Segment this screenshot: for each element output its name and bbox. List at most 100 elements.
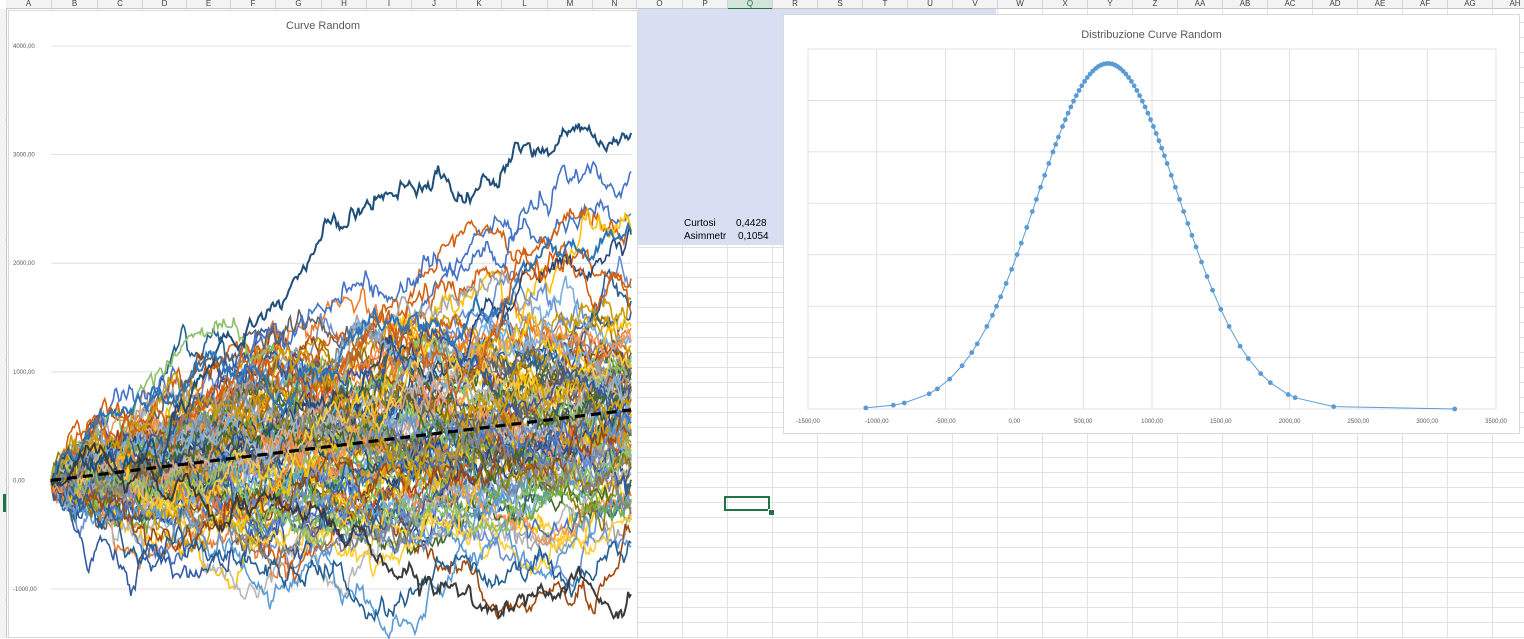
distribution-point <box>1134 88 1140 93</box>
distribution-point <box>1164 161 1170 166</box>
distribution-point <box>901 400 907 406</box>
distribution-point <box>934 386 940 392</box>
distribution-point <box>984 324 990 329</box>
column-header-s[interactable]: S <box>818 0 863 9</box>
column-header-p[interactable]: P <box>683 0 728 9</box>
distribution-point <box>1068 104 1074 110</box>
asimmetria-label[interactable]: Asimmetr <box>684 231 726 243</box>
fill-handle[interactable] <box>768 509 775 516</box>
column-header-l[interactable]: L <box>502 0 548 9</box>
x-tick-label: -500,00 <box>935 419 956 425</box>
spreadsheet-grid[interactable]: A B C D E F G H I J K L M N O P Q R S T U V W X Y Z AA AB AC AD AE AF AG… <box>0 0 1524 639</box>
column-header-z[interactable]: Z <box>1133 0 1178 9</box>
distribution-point <box>1076 88 1082 93</box>
column-header-m[interactable]: M <box>548 0 593 9</box>
column-header-a[interactable]: A <box>6 0 52 9</box>
distribution-point <box>1150 124 1156 129</box>
distribution-point <box>1258 371 1264 376</box>
column-header-t[interactable]: T <box>863 0 908 9</box>
column-header-r[interactable]: R <box>773 0 818 9</box>
curve-random-chart[interactable]: Curve Random 4000,00 3000,00 2000,00 1000,0… <box>8 10 638 639</box>
column-header-y[interactable]: Y <box>1088 0 1133 9</box>
distribuzione-chart[interactable]: Distribuzione Curve Random -1500,00 -1000… <box>783 14 1520 434</box>
distribution-point <box>1218 306 1224 312</box>
column-header-k[interactable]: K <box>457 0 502 9</box>
distribution-point <box>1177 196 1182 202</box>
distribution-point <box>1050 149 1056 155</box>
column-header-ac[interactable]: AC <box>1268 0 1313 9</box>
distribution-point <box>1071 98 1076 104</box>
distribution-point <box>989 312 995 318</box>
column-header-v[interactable]: V <box>953 0 998 9</box>
column-header-h[interactable]: H <box>322 0 367 9</box>
distribution-point <box>1199 259 1204 265</box>
curve-random-plot: 4000,00 3000,00 2000,00 1000,00 0,00 -1000,00 <box>13 44 632 639</box>
distribution-point <box>1267 380 1273 386</box>
distribution-point <box>1053 141 1059 147</box>
column-header-aa[interactable]: AA <box>1178 0 1223 9</box>
distribution-point <box>1452 406 1458 412</box>
distribution-point <box>1237 343 1243 349</box>
x-tick-label: 2000,00 <box>1279 419 1301 425</box>
distribution-point <box>1210 287 1215 293</box>
distribution-point <box>926 391 932 397</box>
x-tick-label: -1000,00 <box>865 419 889 425</box>
column-header-ag[interactable]: AG <box>1448 0 1493 9</box>
column-header-i[interactable]: I <box>367 0 412 9</box>
distribution-point <box>959 363 965 369</box>
x-tick-label: 1500,00 <box>1210 419 1232 425</box>
column-header-ad[interactable]: AD <box>1313 0 1358 9</box>
distribution-point <box>1029 209 1035 214</box>
distribution-point <box>947 376 953 382</box>
distribution-point <box>1172 184 1178 190</box>
distribution-point <box>1142 104 1148 110</box>
column-header-ah[interactable]: AH <box>1493 0 1524 9</box>
curtosi-label[interactable]: Curtosi <box>684 218 716 230</box>
column-header-w[interactable]: W <box>998 0 1043 9</box>
column-header-g[interactable]: G <box>276 0 322 9</box>
distribution-point <box>1060 124 1065 129</box>
column-header-f[interactable]: F <box>231 0 276 9</box>
x-tick-label: 1000,00 <box>1141 419 1163 425</box>
column-header-af[interactable]: AF <box>1403 0 1448 9</box>
distribution-point <box>1042 172 1048 178</box>
column-header-c[interactable]: C <box>98 0 143 9</box>
x-tick-label: 3000,00 <box>1416 419 1438 425</box>
x-tick-label: 0,00 <box>1009 419 1021 425</box>
distribution-point <box>1156 138 1162 144</box>
distribution-point <box>1003 281 1009 286</box>
distribution-point <box>1168 172 1174 178</box>
distribution-point <box>1331 404 1337 410</box>
column-header-n[interactable]: N <box>593 0 637 9</box>
column-header-j[interactable]: J <box>412 0 457 9</box>
distribution-point <box>1137 93 1143 99</box>
distribution-point <box>1038 184 1043 190</box>
distribution-point <box>969 350 975 355</box>
column-header-e[interactable]: E <box>187 0 231 9</box>
column-header-u[interactable]: U <box>908 0 953 9</box>
distribution-point <box>1139 98 1145 104</box>
distribution-point <box>1024 225 1030 230</box>
distribution-point <box>974 341 980 347</box>
column-header-o[interactable]: O <box>637 0 683 9</box>
active-cell-selection[interactable] <box>724 496 770 511</box>
asimmetria-value[interactable]: 0,1054 <box>738 231 769 243</box>
distribution-point <box>1145 110 1151 116</box>
active-row-indicator <box>3 494 6 512</box>
column-header-ae[interactable]: AE <box>1358 0 1403 9</box>
distribution-point <box>1245 356 1251 361</box>
column-header-ab[interactable]: AB <box>1223 0 1268 9</box>
distribution-point <box>1159 145 1165 151</box>
distribution-point <box>1014 252 1020 257</box>
y-tick-label: -1000,00 <box>13 587 37 593</box>
distribution-point <box>1034 196 1039 202</box>
distribution-point <box>1148 117 1154 123</box>
curtosi-value[interactable]: 0,4428 <box>736 218 767 230</box>
column-header-d[interactable]: D <box>143 0 187 9</box>
distribuzione-plot: -1500,00 -1000,00 -500,00 0,00 500,00 1000,00… <box>796 48 1508 425</box>
distribution-point <box>1292 395 1298 401</box>
column-header-b[interactable]: B <box>52 0 98 9</box>
y-tick-label: 4000,00 <box>13 44 35 50</box>
column-header-x[interactable]: X <box>1043 0 1088 9</box>
distribution-point <box>1018 240 1024 246</box>
